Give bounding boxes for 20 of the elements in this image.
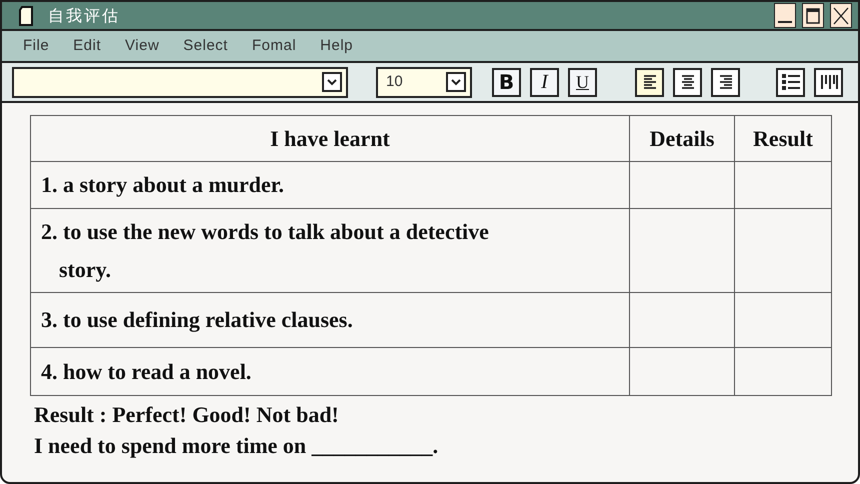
italic-button[interactable]: I bbox=[530, 68, 559, 96]
menu-item[interactable]: View bbox=[125, 34, 160, 58]
menu-item[interactable]: Edit bbox=[73, 34, 102, 58]
column-header: Details bbox=[630, 116, 734, 162]
column-header: Result bbox=[734, 116, 832, 162]
menu-item[interactable]: Help bbox=[320, 34, 354, 58]
font-size-dropdown[interactable]: 10 bbox=[376, 66, 472, 98]
column-header: I have learnt bbox=[30, 116, 630, 162]
fill-in-sentence: I need to spend more time on ___________. bbox=[34, 432, 440, 460]
bold-button[interactable]: B bbox=[492, 68, 521, 96]
learning-item: 3. to use defining relative clauses. bbox=[41, 306, 354, 334]
menu-item[interactable]: Fomal bbox=[252, 34, 296, 58]
result-options: Result : Perfect! Good! Not bad! bbox=[34, 400, 830, 430]
learning-item: 2. to use the new words to talk about a detective story. bbox=[41, 218, 490, 284]
window-title: 自我评估 bbox=[48, 4, 120, 26]
learning-item: 1. a story about a murder. bbox=[41, 171, 286, 199]
learning-item: 4. how to read a novel. bbox=[41, 358, 252, 386]
underline-button[interactable]: U bbox=[568, 68, 597, 96]
menu-item[interactable]: File bbox=[23, 34, 50, 58]
menu-item[interactable]: Select bbox=[183, 34, 228, 58]
